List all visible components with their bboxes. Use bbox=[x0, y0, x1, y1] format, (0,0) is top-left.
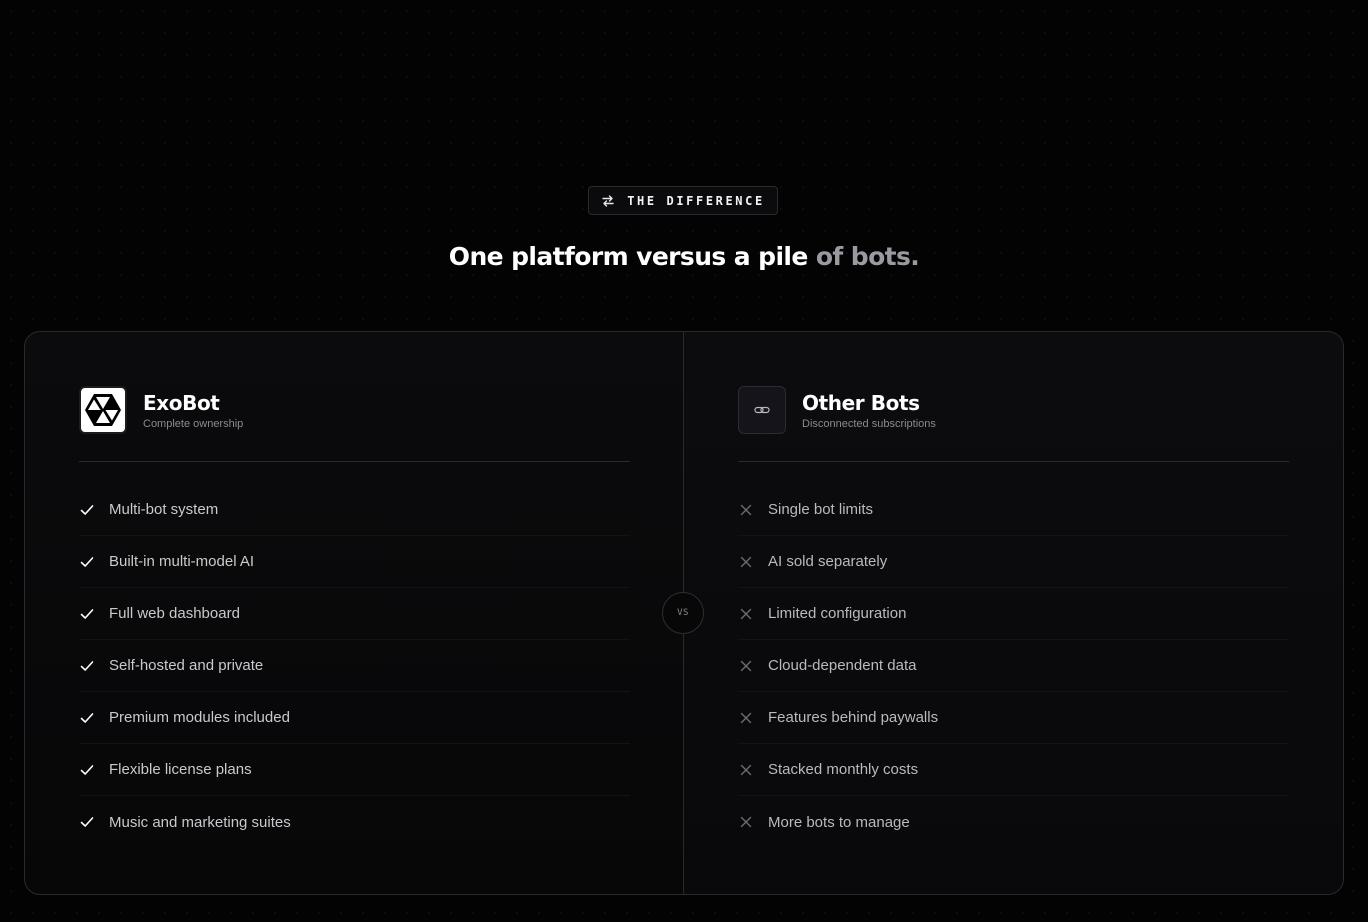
list-item-label: AI sold separately bbox=[768, 553, 888, 570]
list-item-label: Single bot limits bbox=[768, 501, 874, 518]
list-item-label: Music and marketing suites bbox=[109, 813, 291, 831]
x-icon bbox=[740, 764, 752, 775]
list-item: AI sold separately bbox=[738, 536, 1289, 588]
section-headline: One platform versus a pile of bots. bbox=[0, 242, 1368, 271]
headline-muted: of bots. bbox=[807, 242, 920, 271]
list-item-label: Flexible license plans bbox=[109, 761, 252, 778]
exobot-logo bbox=[79, 386, 127, 434]
check-icon bbox=[80, 504, 94, 515]
list-item: Stacked monthly costs bbox=[738, 744, 1289, 796]
x-icon bbox=[740, 660, 752, 671]
list-item: Cloud-dependent data bbox=[738, 640, 1289, 692]
list-item-label: Multi-bot system bbox=[109, 501, 219, 518]
check-icon bbox=[80, 608, 94, 619]
vs-badge: VS bbox=[662, 592, 704, 634]
swap-arrows-icon bbox=[602, 194, 614, 207]
list-item: Premium modules included bbox=[79, 692, 630, 744]
list-item-label: Built-in multi-model AI bbox=[109, 553, 255, 570]
list-item: Music and marketing suites bbox=[79, 796, 630, 848]
other-bots-title-group: Other Bots Disconnected subscriptions bbox=[802, 391, 936, 430]
list-item-label: Limited configuration bbox=[768, 605, 907, 622]
list-item: Flexible license plans bbox=[79, 744, 630, 796]
x-icon bbox=[740, 608, 752, 619]
comparison-section: THE DIFFERENCE One platform versus a pil… bbox=[0, 0, 1368, 922]
exobot-hexagon-logo-icon bbox=[85, 394, 121, 426]
list-item: More bots to manage bbox=[738, 796, 1289, 848]
list-item-label: Self-hosted and private bbox=[109, 657, 264, 674]
list-item: Single bot limits bbox=[738, 484, 1289, 536]
exobot-subtitle: Complete ownership bbox=[143, 417, 244, 430]
check-icon bbox=[80, 817, 94, 827]
list-item: Features behind paywalls bbox=[738, 692, 1289, 744]
comparison-cards: ExoBot Complete ownership Multi-bot syst… bbox=[24, 331, 1344, 895]
list-item-label: Stacked monthly costs bbox=[768, 761, 919, 778]
other-bots-subtitle: Disconnected subscriptions bbox=[802, 417, 936, 430]
list-item-label: Cloud-dependent data bbox=[768, 657, 917, 674]
other-bots-logo bbox=[738, 386, 786, 434]
list-item-label: Premium modules included bbox=[109, 709, 290, 726]
list-item-label: More bots to manage bbox=[768, 813, 910, 831]
check-icon bbox=[80, 660, 94, 671]
other-bots-divider bbox=[738, 461, 1289, 462]
list-item: Full web dashboard bbox=[79, 588, 630, 640]
check-icon bbox=[80, 764, 94, 775]
list-item: Multi-bot system bbox=[79, 484, 630, 536]
exobot-feature-list: Multi-bot system Built-in multi-model AI F… bbox=[79, 484, 630, 848]
list-item: Built-in multi-model AI bbox=[79, 536, 630, 588]
other-bots-title: Other Bots bbox=[802, 390, 920, 415]
list-item-label: Features behind paywalls bbox=[768, 709, 939, 726]
check-icon bbox=[80, 556, 94, 567]
x-icon bbox=[740, 504, 752, 515]
other-bots-card: Other Bots Disconnected subscriptions Si… bbox=[684, 331, 1344, 895]
other-bots-card-header: Other Bots Disconnected subscriptions bbox=[738, 386, 936, 434]
list-item: Limited configuration bbox=[738, 588, 1289, 640]
exobot-title-group: ExoBot Complete ownership bbox=[143, 391, 243, 430]
other-bots-feature-list: Single bot limits AI sold separately Limit… bbox=[738, 484, 1289, 848]
section-eyebrow-badge: THE DIFFERENCE bbox=[588, 186, 778, 215]
chain-link-icon bbox=[754, 406, 770, 414]
check-icon bbox=[80, 712, 94, 723]
exobot-title: ExoBot bbox=[143, 390, 220, 415]
eyebrow-label: THE DIFFERENCE bbox=[627, 193, 765, 208]
exobot-card-header: ExoBot Complete ownership bbox=[79, 386, 243, 434]
x-icon bbox=[740, 712, 752, 723]
list-item: Self-hosted and private bbox=[79, 640, 630, 692]
headline-strong: One platform versus a pile bbox=[448, 242, 809, 271]
x-icon bbox=[740, 556, 752, 567]
exobot-divider bbox=[79, 461, 630, 462]
x-icon bbox=[740, 816, 752, 828]
exobot-card: ExoBot Complete ownership Multi-bot syst… bbox=[24, 331, 684, 895]
list-item-label: Full web dashboard bbox=[109, 605, 240, 622]
